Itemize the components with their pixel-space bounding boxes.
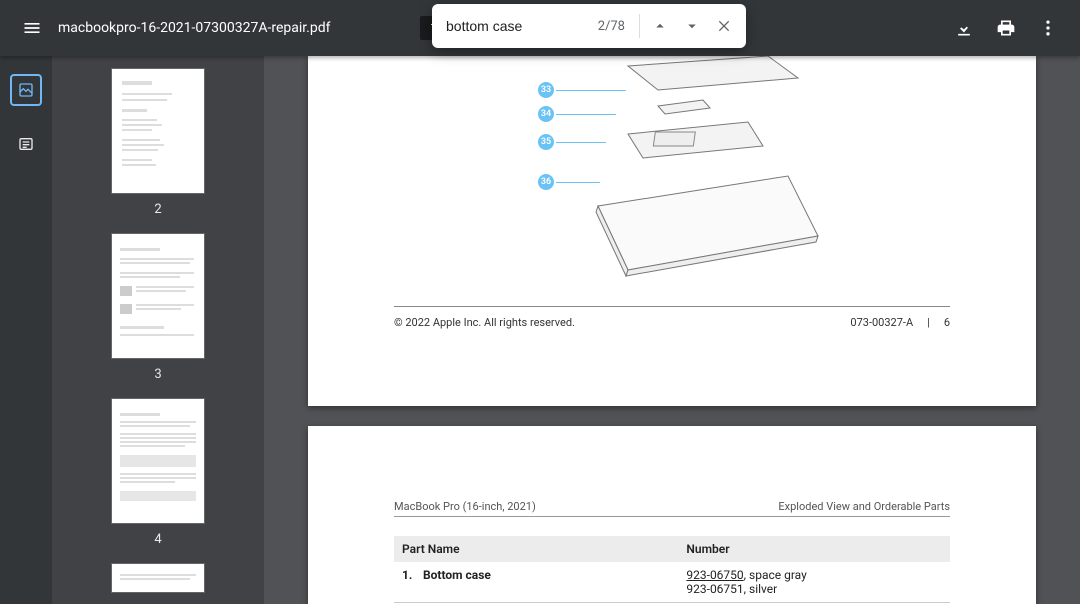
thumbnails-rail-button[interactable]: [10, 74, 42, 106]
thumbnail-label: 2: [154, 202, 161, 217]
page-footer-rule: [394, 306, 950, 307]
outline-rail-button[interactable]: [10, 128, 42, 160]
thumbnail-page-4[interactable]: [111, 398, 205, 524]
parts-table: Part Name Number 1. Bottom case 923-0675…: [394, 536, 950, 604]
document-filename: macbookpro-16-2021-07300327A-repair.pdf: [58, 20, 331, 36]
callout-34: 34: [538, 106, 616, 122]
row-index: 1.: [402, 568, 420, 582]
menu-button[interactable]: [12, 8, 52, 48]
page-footer-right: 073-00327-A | 6: [850, 316, 950, 329]
page-header: MacBook Pro (16-inch, 2021) Exploded Vie…: [394, 500, 950, 513]
part-name: Bottom case: [423, 568, 491, 582]
thumbnail-item[interactable]: 3: [52, 233, 264, 382]
thumbnail-page-5[interactable]: [111, 563, 205, 593]
find-close-button[interactable]: [708, 10, 740, 42]
view-rail: [0, 56, 52, 604]
callout-36: 36: [538, 174, 600, 190]
more-actions-button[interactable]: [1028, 8, 1068, 48]
pdf-page-6: 33 34 35 36 © 2022 Apple Inc. All rights…: [308, 56, 1036, 406]
find-prev-button[interactable]: [644, 10, 676, 42]
callout-35: 35: [538, 134, 606, 150]
page-header-left: MacBook Pro (16-inch, 2021): [394, 500, 536, 513]
thumbnail-page-2[interactable]: [111, 68, 205, 194]
page-header-rule: [394, 516, 950, 517]
page-header-right: Exploded View and Orderable Parts: [778, 500, 950, 513]
find-result-count: 2/78: [598, 19, 625, 34]
part-number-link[interactable]: 923-06750: [686, 568, 743, 582]
thumbnail-sidebar[interactable]: 2 3: [52, 56, 264, 604]
part-numbers: 923-06750, space gray 923-06751, silver: [678, 562, 950, 602]
document-viewport[interactable]: 33 34 35 36 © 2022 Apple Inc. All rights…: [264, 56, 1080, 604]
thumbnail-item[interactable]: 4: [52, 398, 264, 547]
find-separator: [639, 14, 640, 38]
print-button[interactable]: [986, 8, 1026, 48]
th-part-name: Part Name: [394, 536, 678, 562]
part-number: 923-06751: [686, 582, 743, 596]
thumbnail-item[interactable]: [52, 563, 264, 593]
thumbnail-label: 4: [154, 532, 161, 547]
callout-33: 33: [538, 82, 626, 98]
find-next-button[interactable]: [676, 10, 708, 42]
th-number: Number: [678, 536, 950, 562]
copyright-text: © 2022 Apple Inc. All rights reserved.: [394, 316, 575, 329]
table-row: 1. Bottom case 923-06750, space gray 923…: [394, 562, 950, 603]
pdf-page-7: MacBook Pro (16-inch, 2021) Exploded Vie…: [308, 426, 1036, 604]
table-header-row: Part Name Number: [394, 536, 950, 562]
find-input[interactable]: [446, 18, 588, 34]
download-button[interactable]: [944, 8, 984, 48]
thumbnail-page-3[interactable]: [111, 233, 205, 359]
find-bar: 2/78: [432, 4, 746, 48]
thumbnail-item[interactable]: 2: [52, 68, 264, 217]
thumbnail-label: 3: [154, 367, 161, 382]
